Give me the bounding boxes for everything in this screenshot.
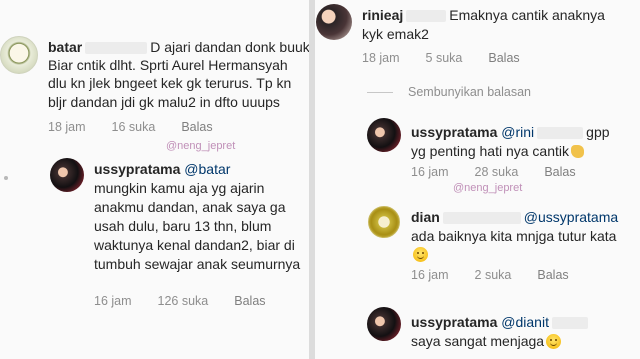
comment-line-4: bljr dandan jdi gk malu2 in dfto uuups: [48, 94, 280, 110]
watermark: @neng_jepret: [453, 182, 523, 194]
like-count[interactable]: 2 suka: [475, 268, 512, 282]
comment-time: 18 jam: [48, 120, 86, 134]
like-count[interactable]: 28 suka: [475, 165, 519, 179]
redacted-text: [442, 212, 521, 225]
watermark: @neng_jepret: [166, 140, 236, 152]
username[interactable]: ussypratama: [94, 161, 180, 177]
username[interactable]: batar: [48, 39, 82, 55]
redacted-text: [551, 317, 588, 330]
smile-emoji-icon: [413, 247, 428, 262]
reply-button[interactable]: Balas: [544, 165, 575, 179]
hide-replies-button[interactable]: Sembunyikan balasan: [408, 85, 531, 99]
avatar[interactable]: [316, 4, 352, 40]
reply-line-2: mungkin kamu aja yg ajarin: [94, 180, 265, 196]
redacted-text: [406, 10, 447, 23]
username[interactable]: ussypratama: [411, 124, 497, 140]
avatar[interactable]: [50, 158, 84, 192]
reply-line-3: anakmu dandan, anak saya ga: [94, 199, 286, 215]
reply-button[interactable]: Balas: [234, 294, 265, 308]
avatar[interactable]: [367, 118, 401, 152]
comment-meta: 18 jam 5 suka Balas: [362, 51, 546, 65]
reply-line-1: dian @ussypratama: [411, 208, 618, 226]
comment-meta: 16 jam 28 suka Balas: [411, 165, 602, 179]
carousel-dot: [4, 176, 8, 180]
reply-line-2: yg penting hati nya cantik: [411, 142, 584, 160]
mention-link[interactable]: @dianit: [501, 314, 549, 330]
reply-line-1: ussypratama @batar: [94, 160, 230, 178]
divider-line: [367, 92, 393, 93]
comment-line-1: rinieaj Emaknya cantik anaknya: [362, 6, 605, 24]
avatar[interactable]: [0, 36, 38, 74]
comment-meta: 18 jam 16 suka Balas: [48, 120, 239, 134]
like-count[interactable]: 5 suka: [426, 51, 463, 65]
comment-text: Emaknya cantik anaknya: [449, 7, 605, 23]
avatar[interactable]: [368, 206, 400, 238]
redacted-text: [537, 127, 584, 140]
mention-link[interactable]: @batar: [184, 161, 230, 177]
comment-line-1: batar D ajari dandan donk buuk: [48, 38, 310, 56]
like-count[interactable]: 16 suka: [112, 120, 156, 134]
comment-meta: 16 jam 2 suka Balas: [411, 268, 595, 282]
comment-meta: 16 jam 126 suka Balas: [94, 294, 292, 308]
reply-line-5: waktunya kenal dandan2, biar di: [94, 237, 295, 253]
comment-text: yg penting hati nya cantik: [411, 143, 569, 159]
reply-button[interactable]: Balas: [181, 120, 212, 134]
mention-link[interactable]: @ussypratama: [524, 209, 618, 225]
username[interactable]: rinieaj: [362, 7, 403, 23]
reply-line-1: ussypratama @dianit: [411, 313, 591, 331]
reply-button[interactable]: Balas: [537, 268, 568, 282]
comment-text: saya sangat menjaga: [411, 333, 545, 349]
reply-line-4: usah dulu, baru 13 thn, blum: [94, 218, 272, 234]
reply-line-2: saya sangat menjaga: [411, 332, 562, 350]
comment-text: D ajari dandan donk buuk: [150, 39, 310, 55]
username[interactable]: dian: [411, 209, 440, 225]
reply-line-2: ada baiknya kita mnjga tutur kata: [411, 228, 617, 244]
comment-time: 16 jam: [411, 268, 449, 282]
hand-emoji-icon: [571, 145, 584, 158]
reply-button[interactable]: Balas: [488, 51, 519, 65]
comment-line-2: kyk emak2: [362, 26, 429, 42]
right-screenshot-panel: rinieaj Emaknya cantik anaknya kyk emak2 …: [315, 0, 640, 359]
comment-line-3: dlu kn jlek bngeet kek gk terurus. Tp kn: [48, 75, 292, 91]
comment-time: 16 jam: [411, 165, 449, 179]
mention-link[interactable]: @rini: [501, 124, 534, 140]
comment-time: 18 jam: [362, 51, 400, 65]
reply-line-6: tumbuh sewajar anak seumurnya: [94, 256, 301, 272]
like-count[interactable]: 126 suka: [158, 294, 209, 308]
left-screenshot-panel: batar D ajari dandan donk buuk Biar cntik…: [0, 0, 315, 359]
comment-time: 16 jam: [94, 294, 132, 308]
comment-line-2: Biar cntik dlht. Sprti Aurel Hermansyah: [48, 57, 288, 73]
avatar[interactable]: [367, 307, 401, 341]
smile-emoji-icon: [546, 334, 562, 349]
comment-text: gpp: [586, 124, 610, 140]
reply-line-3: [411, 245, 428, 263]
redacted-text: [85, 42, 148, 55]
reply-line-1: ussypratama @rini gpp: [411, 123, 610, 141]
username[interactable]: ussypratama: [411, 314, 497, 330]
